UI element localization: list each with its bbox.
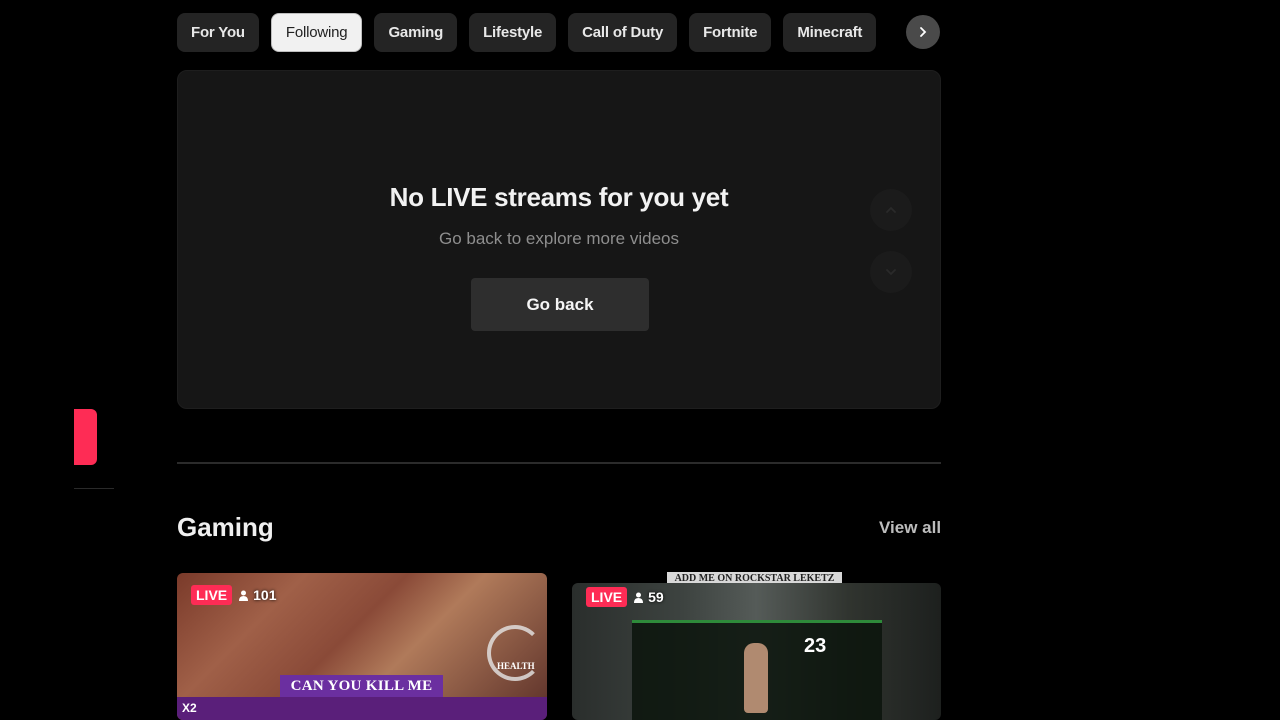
live-badge: LIVE	[191, 585, 233, 605]
tab-for-you[interactable]: For You	[177, 13, 259, 52]
scroll-down-button[interactable]	[870, 251, 912, 293]
live-badge-2: LIVE	[586, 587, 628, 607]
live-info: LIVE 101	[191, 585, 276, 605]
stream-card[interactable]: HEALTH CAN YOU KILL ME X2 LIVE 101	[177, 573, 547, 720]
viewer-count: 101	[238, 587, 276, 603]
stream-card-2[interactable]: 23 LIVE 59	[572, 583, 941, 720]
chevron-up-icon	[886, 206, 896, 213]
view-all-link[interactable]: View all	[879, 518, 941, 538]
hud-multiplier: X2	[182, 701, 197, 715]
viewer-count-value-2: 59	[648, 589, 664, 605]
hud-health-label: HEALTH	[497, 661, 535, 671]
tab-minecraft[interactable]: Minecraft	[783, 13, 877, 52]
category-tabs: For You Following Gaming Lifestyle Call …	[177, 13, 877, 52]
empty-state-subtitle: Go back to explore more videos	[438, 229, 679, 248]
game-stat-value: 23	[804, 635, 827, 657]
sidebar-active-indicator	[74, 409, 97, 465]
go-back-button[interactable]: Go back	[471, 278, 649, 331]
empty-state-panel: No LIVE streams for you yet Go back to e…	[177, 70, 941, 409]
viewer-count-value: 101	[253, 587, 277, 603]
tabs-next-button[interactable]	[906, 15, 940, 49]
section-divider	[177, 462, 941, 464]
health-gauge	[487, 625, 543, 681]
user-icon	[239, 590, 249, 601]
game-character	[744, 643, 768, 713]
live-info-2: LIVE 59	[586, 587, 664, 607]
sidebar-divider	[74, 488, 114, 489]
stream-overlay-banner: CAN YOU KILL ME	[280, 675, 443, 697]
viewer-count-2: 59	[633, 589, 664, 605]
hud-strip	[177, 697, 547, 720]
tab-gaming[interactable]: Gaming	[374, 13, 458, 52]
scroll-up-button[interactable]	[870, 189, 912, 231]
tab-following[interactable]: Following	[270, 13, 363, 52]
chevron-right-icon	[920, 27, 927, 37]
empty-state-title: No LIVE streams for you yet	[389, 182, 729, 212]
user-icon	[634, 592, 644, 603]
chevron-down-icon	[886, 269, 896, 276]
tab-fortnite[interactable]: Fortnite	[689, 13, 772, 52]
tab-call-of-duty[interactable]: Call of Duty	[568, 13, 678, 52]
tab-lifestyle[interactable]: Lifestyle	[469, 13, 557, 52]
section-title: Gaming	[177, 512, 274, 542]
